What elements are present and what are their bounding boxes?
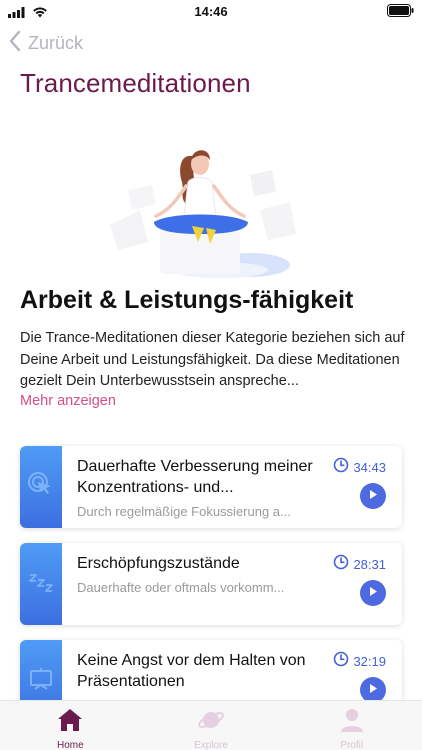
tab-home[interactable]: Home — [0, 701, 141, 750]
category-title: Arbeit & Leistungs-fähigkeit — [20, 286, 354, 314]
tab-label: Home — [56, 740, 84, 750]
planet-icon — [197, 707, 225, 738]
meditation-card[interactable]: Dauerhafte Verbesserung meiner Konzentra… — [20, 446, 402, 528]
duration-text: 28:31 — [353, 557, 386, 572]
back-label: Zurück — [28, 32, 84, 53]
card-title: Dauerhafte Verbesserung meiner Konzentra… — [77, 458, 313, 496]
back-button[interactable]: Zurück — [8, 30, 83, 56]
home-icon — [57, 707, 83, 738]
play-icon — [368, 681, 378, 699]
card-subtitle: Durch regelmäßige Fokussierung a... — [77, 504, 291, 519]
tab-bar: Home Explore Profil — [0, 700, 422, 750]
card-thumbnail — [20, 446, 62, 528]
clock-icon — [333, 554, 349, 575]
tab-label: Profil — [340, 740, 364, 750]
duration-text: 32:19 — [353, 654, 386, 669]
tab-profile[interactable]: Profil — [281, 701, 422, 750]
status-bar: 14:46 — [0, 0, 422, 22]
profile-icon — [340, 707, 364, 738]
sleep-zzz-icon — [27, 568, 55, 601]
show-more-link[interactable]: Mehr anzeigen — [20, 393, 116, 409]
tab-explore[interactable]: Explore — [141, 701, 282, 750]
card-subtitle: Dauerhafte oder oftmals vorkomm... — [77, 580, 285, 595]
duration: 32:19 — [333, 651, 386, 672]
play-button[interactable] — [360, 580, 386, 606]
cursor-click-icon — [27, 471, 55, 504]
page-title: Trancemeditationen — [20, 68, 251, 98]
battery-icon — [387, 4, 414, 22]
duration: 34:43 — [333, 457, 386, 478]
meditation-illustration — [100, 130, 320, 280]
play-icon — [368, 487, 378, 505]
card-title: Keine Angst vor dem Halten von Präsentat… — [77, 652, 306, 690]
tab-label: Explore — [194, 740, 228, 750]
meditation-card[interactable]: Erschöpfungszustände Dauerhafte oder oft… — [20, 543, 402, 625]
presentation-board-icon — [27, 665, 55, 698]
play-button[interactable] — [360, 483, 386, 509]
card-thumbnail — [20, 543, 62, 625]
duration: 28:31 — [333, 554, 386, 575]
status-time: 14:46 — [194, 4, 228, 19]
chevron-left-icon — [8, 30, 22, 57]
duration-text: 34:43 — [353, 460, 386, 475]
play-icon — [368, 584, 378, 602]
card-title: Erschöpfungszustände — [77, 555, 240, 572]
category-description: Die Trance-Meditationen dieser Kategorie… — [20, 330, 405, 389]
clock-icon — [333, 651, 349, 672]
clock-icon — [333, 457, 349, 478]
